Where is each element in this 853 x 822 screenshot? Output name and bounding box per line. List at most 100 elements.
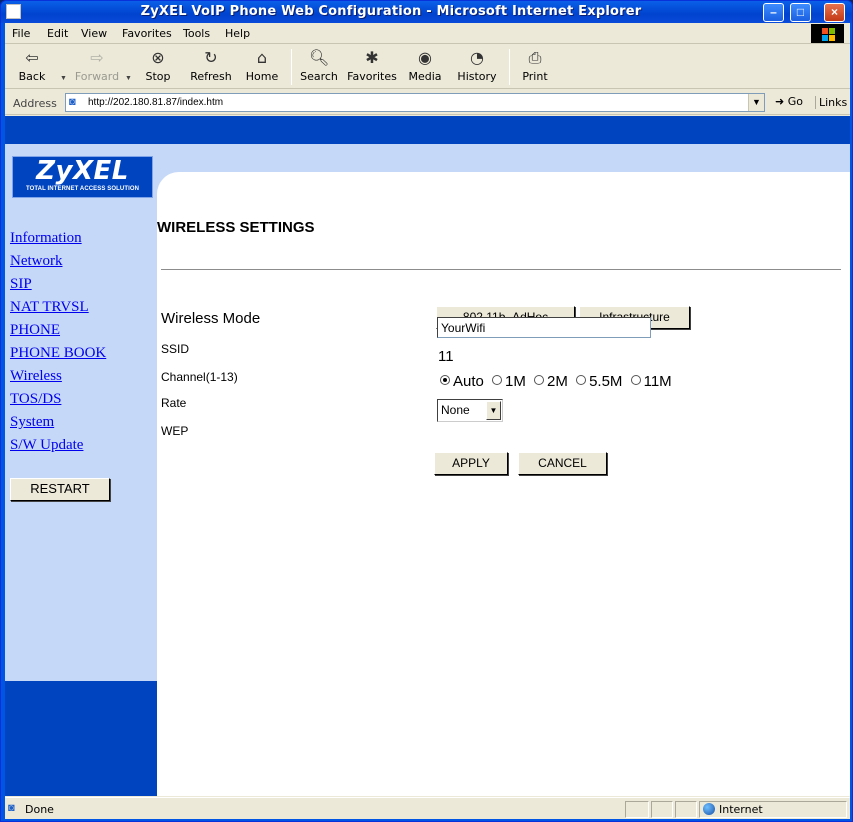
windows-logo-icon (811, 24, 844, 43)
favorites-icon: ✱ (365, 48, 379, 67)
browser-window: ZyXEL VoIP Phone Web Configuration - Mic… (0, 0, 853, 822)
links-button[interactable]: Links (815, 96, 847, 109)
zyxel-logo: ZyXEL TOTAL INTERNET ACCESS SOLUTION (12, 156, 153, 198)
menu-help[interactable]: Help (225, 27, 250, 40)
radio-unchecked-icon (534, 375, 545, 385)
sidebar-item-phone-book[interactable]: PHONE BOOK (10, 344, 106, 367)
refresh-icon: ↻ (204, 48, 218, 67)
page-viewport: ZyXEL TOTAL INTERNET ACCESS SOLUTION Inf… (5, 116, 850, 796)
history-button[interactable]: ◔ History (456, 48, 498, 83)
radio-unchecked-icon (492, 375, 503, 385)
radio-unchecked-icon (576, 375, 587, 385)
sidebar-item-nat-trvsl[interactable]: NAT TRVSL (10, 298, 106, 321)
logo-brand: ZyXEL (36, 156, 129, 186)
status-pane (675, 801, 697, 818)
back-button[interactable]: ⇦ Back (15, 48, 49, 83)
divider (161, 269, 841, 270)
forward-button[interactable]: ⇨ Forward (71, 48, 123, 83)
sidebar-footer (5, 681, 157, 796)
address-label: Address (13, 97, 57, 110)
rate-radio-group: Auto 1M 2M 5.5M 11M (440, 373, 676, 390)
logo-tagline: TOTAL INTERNET ACCESS SOLUTION (25, 186, 140, 192)
history-icon: ◔ (470, 48, 484, 67)
rate-label: Rate (161, 396, 187, 410)
wep-select[interactable]: None ▼ (437, 399, 503, 422)
maximize-button[interactable]: □ (790, 3, 811, 22)
back-dropdown-icon[interactable]: ▼ (60, 75, 67, 82)
go-arrow-icon: ➜ (775, 95, 785, 108)
search-button[interactable]: 🔍︎ Search (299, 48, 339, 83)
apply-button[interactable]: APPLY (434, 452, 508, 475)
status-pane (651, 801, 673, 818)
print-button[interactable]: ⎙ Print (520, 48, 550, 83)
address-dropdown-icon[interactable]: ▼ (748, 94, 764, 111)
rate-radio-11m[interactable]: 11M (630, 373, 672, 390)
address-bar: Address ◙ ▼ ➜ Go Links (5, 90, 850, 115)
sidebar-item-phone[interactable]: PHONE (10, 321, 106, 344)
rate-radio-5-5m[interactable]: 5.5M (576, 373, 622, 390)
favorites-button[interactable]: ✱ Favorites (346, 48, 398, 83)
cancel-button[interactable]: CANCEL (518, 452, 607, 475)
sidebar-item-tos-ds[interactable]: TOS/DS (10, 390, 106, 413)
radio-checked-icon (440, 375, 450, 385)
title-bar[interactable]: ZyXEL VoIP Phone Web Configuration - Mic… (1, 1, 852, 23)
rate-radio-2m[interactable]: 2M (534, 373, 568, 390)
header-strip (157, 144, 850, 172)
sidebar-nav: Information Network SIP NAT TRVSL PHONE … (10, 229, 106, 459)
menu-tools[interactable]: Tools (183, 27, 210, 40)
wep-selected-value: None (441, 403, 470, 417)
sidebar-item-wireless[interactable]: Wireless (10, 367, 106, 390)
menu-edit[interactable]: Edit (47, 27, 68, 40)
rate-radio-auto[interactable]: Auto (440, 373, 484, 390)
window-title: ZyXEL VoIP Phone Web Configuration - Mic… (140, 4, 642, 19)
browser-client: File Edit View Favorites Tools Help ⇦ Ba… (5, 23, 850, 819)
home-icon: ⌂ (256, 48, 268, 67)
stop-button[interactable]: ⊗ Stop (142, 48, 174, 83)
ssid-input[interactable] (437, 317, 651, 338)
print-icon: ⎙ (528, 48, 542, 67)
ssid-label: SSID (161, 342, 190, 356)
forward-dropdown-icon[interactable]: ▼ (125, 75, 132, 82)
sidebar-item-sip[interactable]: SIP (10, 275, 106, 298)
back-arrow-icon: ⇦ (25, 48, 39, 67)
channel-value: 11 (438, 348, 454, 365)
refresh-button[interactable]: ↻ Refresh (187, 48, 235, 83)
top-band (5, 116, 850, 144)
rate-radio-1m[interactable]: 1M (492, 373, 526, 390)
zone-text: Internet (719, 803, 763, 816)
menu-favorites[interactable]: Favorites (122, 27, 172, 40)
chevron-down-icon[interactable]: ▼ (486, 401, 501, 420)
toolbar-separator (509, 49, 510, 85)
sidebar-item-system[interactable]: System (10, 413, 106, 436)
page-title: WIRELESS SETTINGS (157, 219, 315, 236)
minimize-button[interactable]: – (763, 3, 784, 22)
globe-icon (703, 803, 715, 815)
sidebar-item-network[interactable]: Network (10, 252, 106, 275)
media-button[interactable]: ◉ Media (408, 48, 442, 83)
ie-page-icon: ◙ (8, 802, 15, 814)
toolbar-separator (291, 49, 292, 85)
sidebar-item-sw-update[interactable]: S/W Update (10, 436, 106, 459)
menu-file[interactable]: File (12, 27, 30, 40)
toolbar: ⇦ Back ▼ ⇨ Forward ▼ ⊗ Stop ↻ Refresh ⌂ … (5, 45, 850, 89)
content-area (157, 172, 850, 796)
stop-icon: ⊗ (151, 48, 165, 67)
forward-arrow-icon: ⇨ (90, 48, 104, 67)
address-box[interactable]: ◙ ▼ (65, 93, 765, 112)
home-button[interactable]: ⌂ Home (245, 48, 279, 83)
sidebar-item-information[interactable]: Information (10, 229, 106, 252)
wep-label: WEP (161, 424, 189, 438)
go-button[interactable]: ➜ Go (775, 95, 803, 108)
channel-label: Channel(1-13) (161, 370, 238, 384)
status-bar: ◙ Done Internet (5, 797, 850, 819)
menu-bar: File Edit View Favorites Tools Help (5, 23, 850, 44)
address-input[interactable] (88, 95, 738, 110)
menu-view[interactable]: View (81, 27, 107, 40)
radio-unchecked-icon (630, 375, 641, 385)
wireless-mode-label: Wireless Mode (161, 310, 261, 327)
media-icon: ◉ (418, 48, 432, 67)
close-button[interactable]: × (824, 3, 845, 22)
restart-button[interactable]: RESTART (10, 478, 110, 501)
ie-page-icon: ◙ (69, 96, 76, 108)
status-text: Done (25, 803, 54, 816)
